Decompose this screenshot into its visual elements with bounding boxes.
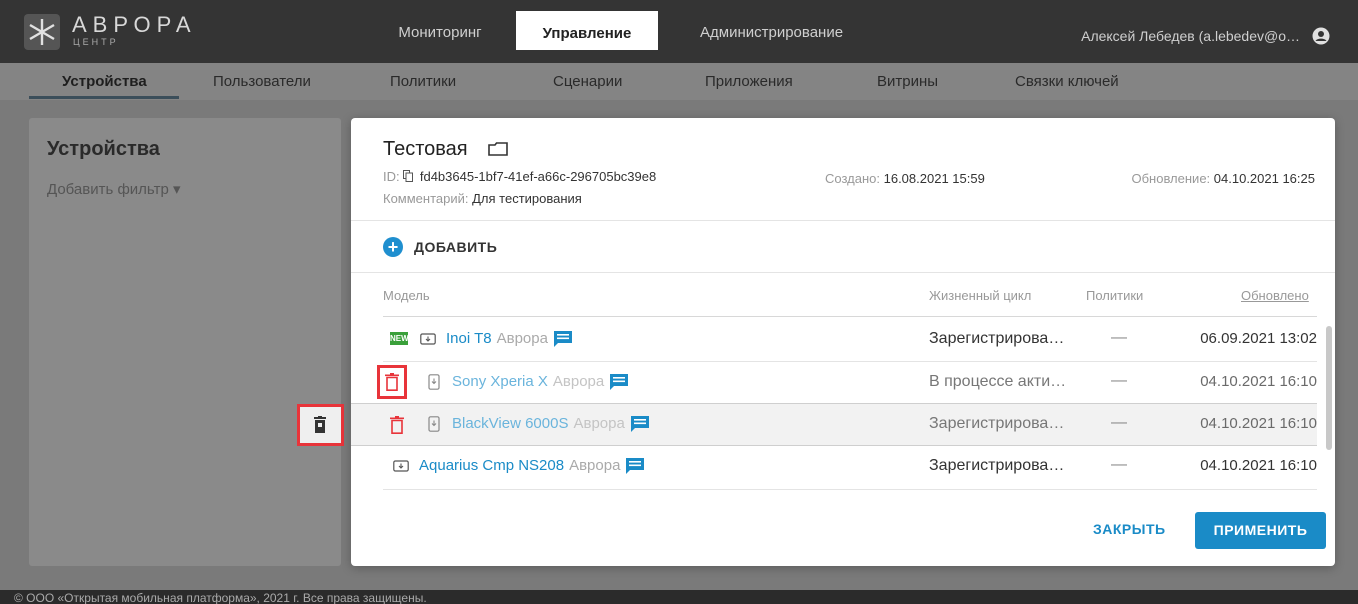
comment-label: Комментарий: <box>383 191 473 206</box>
dialog-title: Тестовая <box>383 138 468 160</box>
column-header-model[interactable]: Модель <box>383 288 430 303</box>
updated-date: Обновление: 04.10.2021 16:25 <box>1131 171 1315 186</box>
lifecycle-cell: Зарегистрирова… <box>929 457 1065 474</box>
folder-icon <box>488 142 508 156</box>
subtab-users[interactable]: Пользователи <box>213 73 311 90</box>
tablet-icon <box>420 332 436 345</box>
updated-cell: 06.09.2021 13:02 <box>1200 330 1317 347</box>
comment-icon[interactable] <box>610 373 629 390</box>
trash-icon[interactable] <box>314 416 326 433</box>
device-vendor: Аврора <box>573 415 625 432</box>
close-button[interactable]: ЗАКРЫТЬ <box>1093 521 1166 537</box>
group-id: ID: fd4b3645-1bf7-41ef-a66c-296705bc39e8 <box>383 169 656 184</box>
tablet-icon <box>393 459 409 472</box>
device-group-dialog: Тестовая ID: fd4b3645-1bf7-41ef-a66c-296… <box>351 118 1335 566</box>
group-comment: Комментарий: Для тестирования <box>383 191 582 206</box>
copyright-text: © ООО «Открытая мобильная платформа», 20… <box>14 591 427 604</box>
policies-cell: — <box>1111 329 1127 346</box>
logo-text: АВРОРА <box>72 12 197 37</box>
device-name-link[interactable]: Sony Xperia X <box>452 373 548 390</box>
lifecycle-cell: Зарегистрирова… <box>929 415 1065 432</box>
policies-cell: — <box>1111 456 1127 473</box>
header-divider <box>383 316 1317 317</box>
aurora-logo-icon[interactable] <box>24 14 60 50</box>
tab-administration[interactable]: Администрирование <box>700 24 860 63</box>
footer: © ООО «Открытая мобильная платформа», 20… <box>0 590 1358 604</box>
model-cell: Sony Xperia X Аврора <box>426 373 629 390</box>
comment-value: Для тестирования <box>472 191 582 206</box>
plus-circle-icon: + <box>383 237 403 257</box>
add-filter-button[interactable]: Добавить фильтр ▾ <box>47 180 180 198</box>
created-label: Создано: <box>825 171 884 186</box>
new-badge: NEW <box>390 332 409 345</box>
trash-icon[interactable] <box>385 373 399 391</box>
copy-icon[interactable] <box>403 170 414 182</box>
policies-cell: — <box>1111 414 1127 431</box>
apply-button[interactable]: ПРИМЕНИТЬ <box>1195 512 1326 549</box>
subtab-devices[interactable]: Устройства <box>62 73 147 90</box>
tab-management[interactable]: Управление <box>516 11 658 50</box>
add-device-button[interactable]: + ДОБАВИТЬ <box>383 236 497 258</box>
devices-panel: Устройства Добавить фильтр ▾ <box>29 118 341 566</box>
user-name[interactable]: Алексей Лебедев (a.lebedev@o… <box>1081 28 1300 44</box>
id-label: ID: <box>383 169 404 184</box>
subtab-policies[interactable]: Политики <box>390 73 456 90</box>
id-value: fd4b3645-1bf7-41ef-a66c-296705bc39e8 <box>419 169 657 184</box>
active-tab-indicator <box>29 96 179 99</box>
divider <box>351 272 1335 273</box>
table-row[interactable]: Sony Xperia X Аврора В процессе акти… — … <box>351 362 1317 404</box>
policies-cell: — <box>1111 372 1127 389</box>
device-vendor: Аврора <box>496 330 548 347</box>
lifecycle-cell: Зарегистрирова… <box>929 330 1065 347</box>
delete-button-highlight[interactable] <box>377 365 407 399</box>
row-delete-highlight[interactable] <box>297 404 344 446</box>
subtab-storefronts[interactable]: Витрины <box>877 73 938 90</box>
tab-monitoring[interactable]: Мониторинг <box>385 24 495 63</box>
table-scrollbar[interactable] <box>1326 326 1332 450</box>
top-header: АВРОРА ЦЕНТР Мониторинг Управление Админ… <box>0 0 1358 63</box>
device-name-link[interactable]: Inoi T8 <box>446 330 492 347</box>
subtab-scenarios[interactable]: Сценарии <box>553 73 622 90</box>
sub-navigation: Устройства Пользователи Политики Сценари… <box>0 63 1358 100</box>
comment-icon[interactable] <box>626 457 645 474</box>
divider <box>351 220 1335 221</box>
device-name-link[interactable]: BlackView 6000S <box>452 415 568 432</box>
devices-title: Устройства <box>47 138 160 160</box>
trash-icon[interactable] <box>390 416 404 434</box>
updated-value: 04.10.2021 16:25 <box>1213 171 1315 186</box>
updated-cell: 04.10.2021 16:10 <box>1200 415 1317 432</box>
phone-icon <box>428 415 440 432</box>
updated-label: Обновление: <box>1131 171 1214 186</box>
add-label: ДОБАВИТЬ <box>414 239 498 255</box>
subtab-keychains[interactable]: Связки ключей <box>1015 73 1119 90</box>
user-account-icon[interactable] <box>1312 27 1330 45</box>
model-cell: NEW Inoi T8 Аврора <box>390 330 572 347</box>
created-date: Создано: 16.08.2021 15:59 <box>825 171 985 186</box>
column-header-updated[interactable]: Обновлено <box>1241 288 1309 303</box>
subtab-applications[interactable]: Приложения <box>705 73 793 90</box>
table-row[interactable]: NEW Inoi T8 Аврора Зарегистрирова… — 06.… <box>351 319 1317 361</box>
phone-icon <box>428 373 440 390</box>
comment-icon[interactable] <box>630 415 649 432</box>
created-value: 16.08.2021 15:59 <box>883 171 985 186</box>
column-header-lifecycle[interactable]: Жизненный цикл <box>929 288 1031 303</box>
lifecycle-cell: В процессе акти… <box>929 373 1067 390</box>
model-cell: BlackView 6000S Аврора <box>426 415 649 432</box>
logo-subtext: ЦЕНТР <box>73 37 119 47</box>
table-row[interactable]: Aquarius Cmp NS208 Аврора Зарегистрирова… <box>351 446 1317 488</box>
device-vendor: Аврора <box>569 457 621 474</box>
updated-cell: 04.10.2021 16:10 <box>1200 457 1317 474</box>
divider <box>383 489 1317 490</box>
updated-cell: 04.10.2021 16:10 <box>1200 373 1317 390</box>
column-header-policies[interactable]: Политики <box>1086 288 1143 303</box>
device-name-link[interactable]: Aquarius Cmp NS208 <box>419 457 564 474</box>
comment-icon[interactable] <box>553 330 572 347</box>
table-row-hovered[interactable]: BlackView 6000S Аврора Зарегистрирова… —… <box>351 403 1317 446</box>
model-cell: Aquarius Cmp NS208 Аврора <box>393 457 645 474</box>
device-vendor: Аврора <box>552 373 605 390</box>
